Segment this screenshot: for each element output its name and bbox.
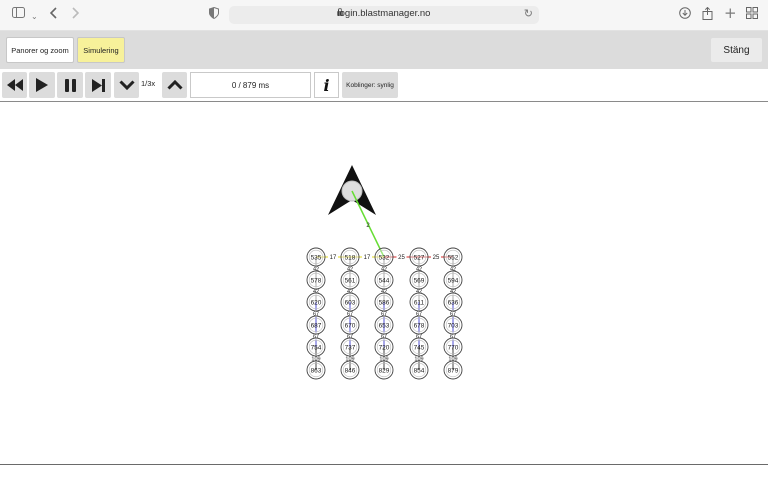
speed-down-button[interactable] (114, 72, 139, 98)
hole-time-label: 720 (379, 344, 390, 351)
hole-time-label: 636 (448, 299, 459, 306)
address-bar[interactable]: login.blastmanager.no ↻ (229, 6, 539, 24)
hole-time-label: 846 (345, 367, 356, 374)
hole-time-label: 829 (379, 367, 390, 374)
hole-time-label: 586 (379, 299, 390, 306)
simulation-canvas[interactable]: 2 17 17 25 25 42 42 42 42 42 42 42 42 42 42 67 67 67 67 67 6… (0, 102, 768, 465)
play-button[interactable] (29, 72, 55, 98)
hole-time-label: 561 (345, 277, 356, 284)
hole-time-label: 518 (345, 254, 356, 261)
url-text: login.blastmanager.no (337, 8, 431, 19)
info-button[interactable]: i (314, 72, 339, 98)
forward-icon[interactable] (71, 7, 80, 24)
chevron-up-icon (166, 80, 183, 90)
pause-icon (64, 78, 76, 92)
chevron-down-icon (118, 80, 135, 90)
rewind-icon (6, 79, 23, 91)
horizontal-delay-label: 17 (364, 255, 371, 261)
play-icon (36, 78, 48, 92)
blast-pattern-diagram: 217 17 25 2542 42 42 42 4242 42 42 42 4267 67 67 67 676… (306, 165, 463, 380)
simulation-button[interactable]: Simulering (77, 37, 125, 63)
download-icon[interactable] (679, 7, 691, 24)
browser-toolbar: ⌄ login.blastmanager.no ↻ + (0, 0, 768, 31)
speed-label: 1/3x (141, 79, 156, 88)
hole-time-label: 594 (448, 277, 459, 284)
chevron-down-icon[interactable]: ⌄ (31, 9, 38, 25)
pause-button[interactable] (57, 72, 83, 98)
speed-up-button[interactable] (162, 72, 187, 98)
hole-time-label: 620 (311, 299, 322, 306)
tab-overview-icon[interactable] (746, 7, 758, 24)
app-toolbar: Panorer og zoom Simulering Stäng (0, 31, 768, 69)
horizontal-delay-label: 25 (433, 255, 440, 261)
hole-time-label: 863 (311, 367, 322, 374)
skip-to-end-button[interactable] (85, 72, 111, 98)
skip-to-start-button[interactable] (2, 72, 27, 98)
hole-time-label: 611 (414, 299, 425, 306)
hole-time-label: 527 (414, 254, 425, 261)
horizontal-delay-label: 17 (330, 255, 337, 261)
hole-time-label: 854 (414, 367, 425, 374)
hole-time-label: 569 (414, 277, 425, 284)
hole-time-label: 578 (311, 277, 322, 284)
playback-toolbar: 1/3x 0 / 879 ms i Koblinger: synlig (0, 70, 768, 102)
share-icon[interactable] (702, 6, 713, 25)
close-button[interactable]: Stäng (711, 38, 762, 62)
new-tab-icon[interactable]: + (724, 5, 737, 21)
hole-time-label: 678 (414, 322, 425, 329)
hole-time-label: 535 (311, 254, 322, 261)
sidebar-icon[interactable] (12, 7, 25, 23)
hole-time-label: 879 (448, 367, 459, 374)
time-display: 0 / 879 ms (190, 72, 311, 98)
reload-icon[interactable]: ↻ (524, 7, 533, 20)
back-icon[interactable] (49, 7, 58, 24)
hole-time-label: 544 (379, 277, 390, 284)
hole-time-label: 552 (448, 254, 459, 261)
hole-time-label: 532 (379, 254, 390, 261)
hole-time-label: 703 (448, 322, 459, 329)
hole-time-label: 737 (345, 344, 356, 351)
info-icon: i (323, 75, 330, 95)
hole-time-label: 687 (311, 322, 322, 329)
hole-time-label: 653 (379, 322, 390, 329)
hole-time-label: 770 (448, 344, 459, 351)
hole-time-label: 670 (345, 322, 356, 329)
pan-zoom-button[interactable]: Panorer og zoom (6, 37, 74, 63)
skip-end-icon (91, 78, 105, 92)
hole-time-label: 745 (414, 344, 425, 351)
shield-icon[interactable] (209, 6, 219, 24)
hole-time-label: 603 (345, 299, 356, 306)
horizontal-delay-label: 25 (398, 255, 405, 261)
connections-toggle-button[interactable]: Koblinger: synlig (342, 72, 398, 98)
hole-time-label: 754 (311, 344, 322, 351)
